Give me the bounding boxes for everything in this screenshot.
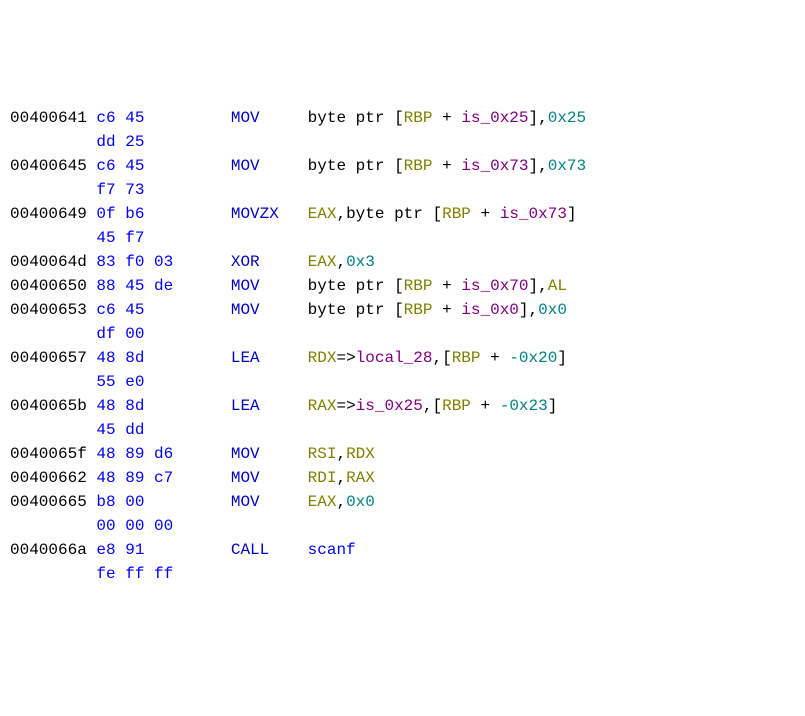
address: 0040065b	[10, 397, 87, 415]
operands: EAX,0x0	[308, 493, 375, 511]
operands: byte ptr [RBP + is_0x0],0x0	[308, 301, 567, 319]
asm-row-continuation: df 00	[10, 322, 795, 346]
hex-bytes: 83 f0 03	[96, 253, 230, 271]
mnemonic: CALL	[231, 541, 308, 559]
address: 00400653	[10, 301, 87, 319]
asm-row[interactable]: 00400649 0f b6 MOVZX EAX,byte ptr [RBP +…	[10, 202, 795, 226]
hex-bytes-continuation: f7 73	[96, 181, 144, 199]
asm-row-continuation: f7 73	[10, 178, 795, 202]
asm-row-continuation: dd 25	[10, 130, 795, 154]
operands: byte ptr [RBP + is_0x70],AL	[308, 277, 567, 295]
address: 0040065f	[10, 445, 87, 463]
mnemonic: LEA	[231, 397, 308, 415]
asm-row-continuation: 55 e0	[10, 370, 795, 394]
mnemonic: MOV	[231, 445, 308, 463]
mnemonic: MOV	[231, 469, 308, 487]
hex-bytes: c6 45	[96, 109, 230, 127]
hex-bytes: 48 8d	[96, 397, 230, 415]
operands: EAX,0x3	[308, 253, 375, 271]
operands: EAX,byte ptr [RBP + is_0x73]	[308, 205, 577, 223]
asm-row-continuation: fe ff ff	[10, 562, 795, 586]
mnemonic: XOR	[231, 253, 308, 271]
hex-bytes-continuation: 45 f7	[96, 229, 144, 247]
disassembly-listing: 00400641 c6 45 MOV byte ptr [RBP + is_0x…	[10, 106, 795, 586]
operands: scanf	[308, 541, 356, 559]
asm-row-continuation: 45 f7	[10, 226, 795, 250]
address: 00400645	[10, 157, 87, 175]
asm-row[interactable]: 00400662 48 89 c7 MOV RDI,RAX	[10, 466, 795, 490]
address: 00400649	[10, 205, 87, 223]
address: 0040066a	[10, 541, 87, 559]
operands: RDX=>local_28,[RBP + -0x20]	[308, 349, 567, 367]
asm-row[interactable]: 00400641 c6 45 MOV byte ptr [RBP + is_0x…	[10, 106, 795, 130]
hex-bytes-continuation: 55 e0	[96, 373, 144, 391]
hex-bytes: 88 45 de	[96, 277, 230, 295]
mnemonic: MOV	[231, 277, 308, 295]
hex-bytes: b8 00	[96, 493, 230, 511]
address: 00400641	[10, 109, 87, 127]
mnemonic: MOV	[231, 109, 308, 127]
hex-bytes-continuation: 00 00 00	[96, 517, 173, 535]
operands: RDI,RAX	[308, 469, 375, 487]
asm-row-continuation: 45 dd	[10, 418, 795, 442]
mnemonic: MOV	[231, 301, 308, 319]
hex-bytes-continuation: dd 25	[96, 133, 144, 151]
asm-row[interactable]: 00400645 c6 45 MOV byte ptr [RBP + is_0x…	[10, 154, 795, 178]
asm-row[interactable]: 00400657 48 8d LEA RDX=>local_28,[RBP + …	[10, 346, 795, 370]
hex-bytes: c6 45	[96, 157, 230, 175]
address: 0040064d	[10, 253, 87, 271]
hex-bytes: c6 45	[96, 301, 230, 319]
operands: RAX=>is_0x25,[RBP + -0x23]	[308, 397, 558, 415]
asm-row-continuation: 00 00 00	[10, 514, 795, 538]
mnemonic: MOVZX	[231, 205, 308, 223]
asm-row[interactable]: 0040065f 48 89 d6 MOV RSI,RDX	[10, 442, 795, 466]
hex-bytes: 0f b6	[96, 205, 230, 223]
hex-bytes: 48 89 c7	[96, 469, 230, 487]
asm-row[interactable]: 0040065b 48 8d LEA RAX=>is_0x25,[RBP + -…	[10, 394, 795, 418]
address: 00400662	[10, 469, 87, 487]
asm-row[interactable]: 00400653 c6 45 MOV byte ptr [RBP + is_0x…	[10, 298, 795, 322]
operands: byte ptr [RBP + is_0x25],0x25	[308, 109, 586, 127]
hex-bytes: 48 89 d6	[96, 445, 230, 463]
mnemonic: LEA	[231, 349, 308, 367]
asm-row[interactable]: 0040066a e8 91 CALL scanf	[10, 538, 795, 562]
operands: RSI,RDX	[308, 445, 375, 463]
hex-bytes-continuation: fe ff ff	[96, 565, 173, 583]
mnemonic: MOV	[231, 493, 308, 511]
asm-row[interactable]: 0040064d 83 f0 03 XOR EAX,0x3	[10, 250, 795, 274]
operands: byte ptr [RBP + is_0x73],0x73	[308, 157, 586, 175]
hex-bytes: 48 8d	[96, 349, 230, 367]
hex-bytes-continuation: 45 dd	[96, 421, 144, 439]
address: 00400665	[10, 493, 87, 511]
hex-bytes-continuation: df 00	[96, 325, 144, 343]
asm-row[interactable]: 00400650 88 45 de MOV byte ptr [RBP + is…	[10, 274, 795, 298]
address: 00400650	[10, 277, 87, 295]
address: 00400657	[10, 349, 87, 367]
hex-bytes: e8 91	[96, 541, 230, 559]
mnemonic: MOV	[231, 157, 308, 175]
asm-row[interactable]: 00400665 b8 00 MOV EAX,0x0	[10, 490, 795, 514]
